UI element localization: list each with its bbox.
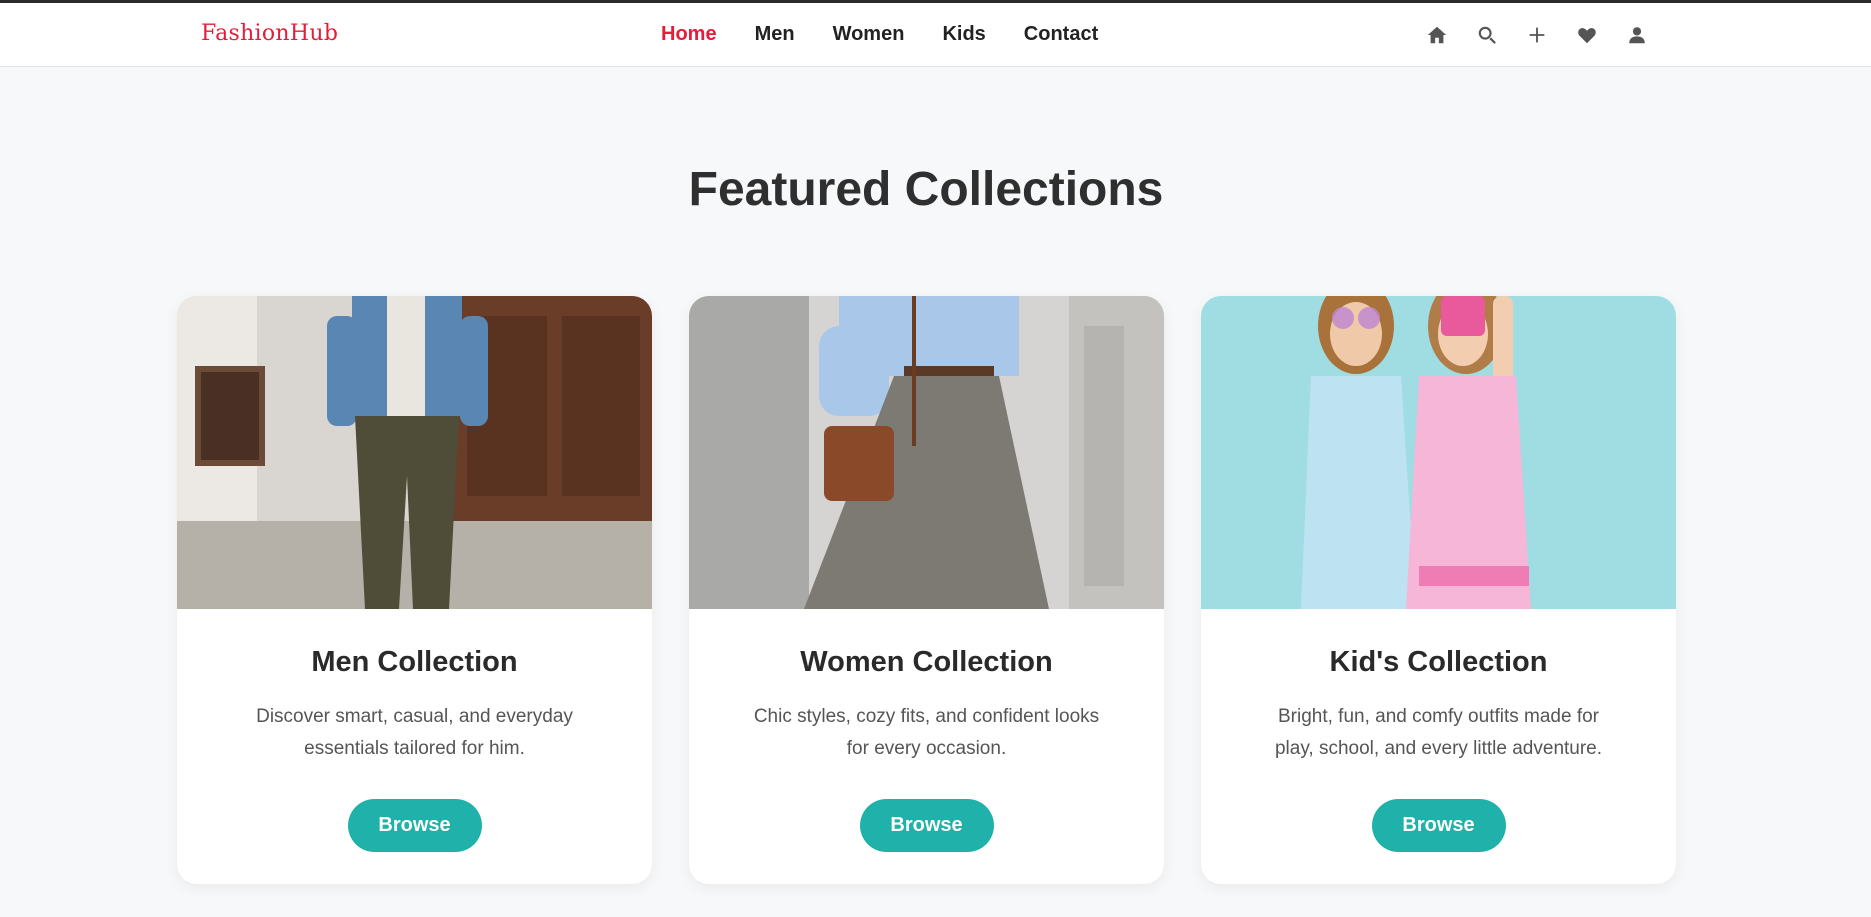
user-icon[interactable]: [1626, 24, 1648, 46]
nav-contact[interactable]: Contact: [1024, 23, 1098, 46]
card-description: Discover smart, casual, and everyday ess…: [256, 706, 573, 759]
collection-cards: Men Collection Discover smart, casual, a…: [177, 296, 1676, 884]
card-title: Men Collection: [311, 646, 518, 678]
browse-men-button[interactable]: Browse: [347, 799, 482, 852]
men-collection-card: Men Collection Discover smart, casual, a…: [177, 296, 652, 884]
women-collection-card: Women Collection Chic styles, cozy fits,…: [689, 296, 1164, 884]
kids-collection-image: [1201, 296, 1676, 609]
home-icon[interactable]: [1426, 24, 1448, 46]
logo[interactable]: FashionHub: [201, 21, 338, 46]
kids-collection-card: Kid's Collection Bright, fun, and comfy …: [1201, 296, 1676, 884]
nav-home[interactable]: Home: [661, 23, 717, 46]
card-title: Kid's Collection: [1329, 646, 1548, 678]
main-nav: Home Men Women Kids Contact: [661, 23, 1098, 46]
card-description: Chic styles, cozy fits, and confident lo…: [753, 706, 1100, 759]
header-icons: [1426, 24, 1648, 46]
search-icon[interactable]: [1476, 24, 1498, 46]
site-header: FashionHub Home Men Women Kids Contact: [0, 3, 1871, 67]
men-collection-image: [177, 296, 652, 609]
plus-icon[interactable]: [1526, 24, 1548, 46]
browse-kids-button[interactable]: Browse: [1371, 799, 1506, 852]
women-collection-image: [689, 296, 1164, 609]
browse-women-button[interactable]: Browse: [859, 799, 994, 852]
card-title: Women Collection: [800, 646, 1053, 678]
nav-women[interactable]: Women: [833, 23, 905, 46]
page-title: Featured Collections: [688, 163, 1164, 216]
nav-men[interactable]: Men: [755, 23, 795, 46]
card-description: Bright, fun, and comfy outfits made for …: [1274, 706, 1603, 759]
nav-kids[interactable]: Kids: [942, 23, 985, 46]
heart-icon[interactable]: [1576, 24, 1598, 46]
